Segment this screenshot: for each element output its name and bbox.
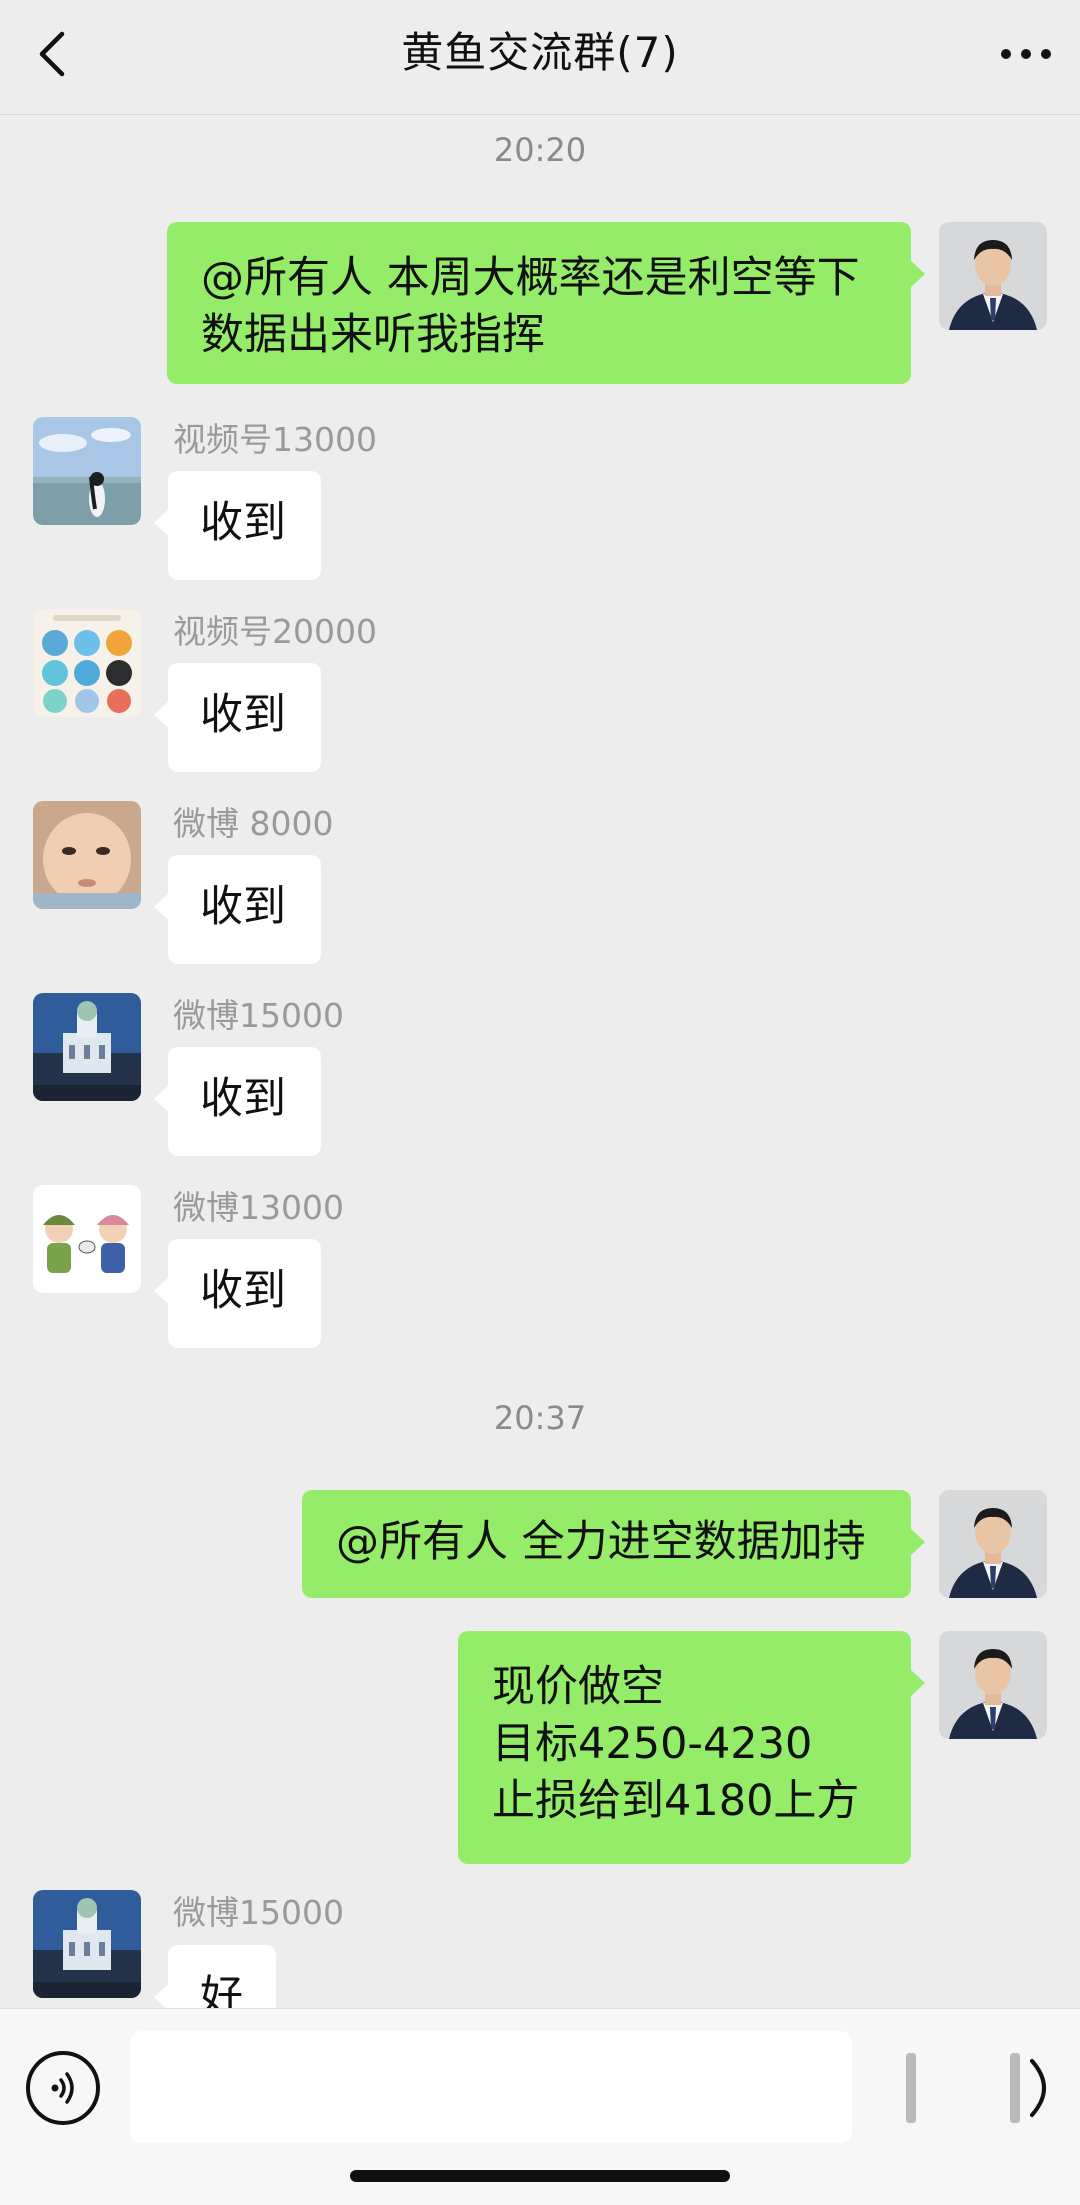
sender-name: 视频号20000: [173, 612, 377, 651]
chat-header: 黄鱼交流群(7): [0, 0, 1080, 115]
more-button[interactable]: [994, 22, 1058, 86]
avatar-contact[interactable]: [33, 993, 141, 1101]
avatar-self[interactable]: [939, 1490, 1047, 1598]
avatar-contact[interactable]: [33, 801, 141, 909]
back-button[interactable]: [22, 22, 86, 86]
timestamp: 20:20: [493, 131, 587, 169]
home-indicator: [350, 2170, 730, 2182]
sender-name: 微博 8000: [173, 804, 334, 843]
avatar-contact[interactable]: [33, 1185, 141, 1293]
incoming-message-bubble[interactable]: 收到: [154, 1047, 321, 1156]
blurred-control-icon: [906, 2053, 916, 2123]
chevron-left-icon: [39, 31, 65, 77]
avatar-contact[interactable]: [33, 609, 141, 717]
incoming-message-bubble[interactable]: 收到: [154, 663, 321, 772]
incoming-message-bubble[interactable]: 收到: [154, 1239, 321, 1348]
voice-icon: [51, 2072, 74, 2104]
outgoing-message-bubble[interactable]: @所有人 本周大概率还是利空等下 数据出来听我指挥: [167, 222, 925, 384]
add-button[interactable]: [1006, 2053, 1066, 2123]
incoming-message-bubble[interactable]: 好: [154, 1945, 276, 2008]
sender-name: 微博15000: [173, 996, 344, 1035]
more-dots-icon: [1001, 49, 1051, 59]
avatar-self[interactable]: [939, 222, 1047, 330]
incoming-message-bubble[interactable]: 收到: [154, 855, 321, 964]
voice-button[interactable]: [26, 2051, 100, 2125]
avatar-self[interactable]: [939, 1631, 1047, 1739]
avatar-contact[interactable]: [33, 1890, 141, 1998]
outgoing-message-bubble[interactable]: @所有人 全力进空数据加持: [302, 1490, 925, 1598]
timestamp: 20:37: [493, 1399, 587, 1437]
message-input[interactable]: [130, 2031, 852, 2143]
chat-messages[interactable]: 20:20 @所有人 本周大概率还是利空等下 数据出来听我指挥 视频号13000…: [0, 115, 1080, 2008]
chat-title: 黄鱼交流群(7): [401, 28, 679, 77]
sender-name: 视频号13000: [173, 420, 377, 459]
sender-name: 微博13000: [173, 1188, 344, 1227]
avatar-contact[interactable]: [33, 417, 141, 525]
blurred-control-icon: [1010, 2053, 1046, 2123]
sender-name: 微博15000: [173, 1893, 344, 1932]
emoji-button[interactable]: [900, 2053, 924, 2123]
outgoing-message-bubble[interactable]: 现价做空 目标4250-4230 止损给到4180上方: [458, 1631, 925, 1864]
incoming-message-bubble[interactable]: 收到: [154, 471, 321, 580]
